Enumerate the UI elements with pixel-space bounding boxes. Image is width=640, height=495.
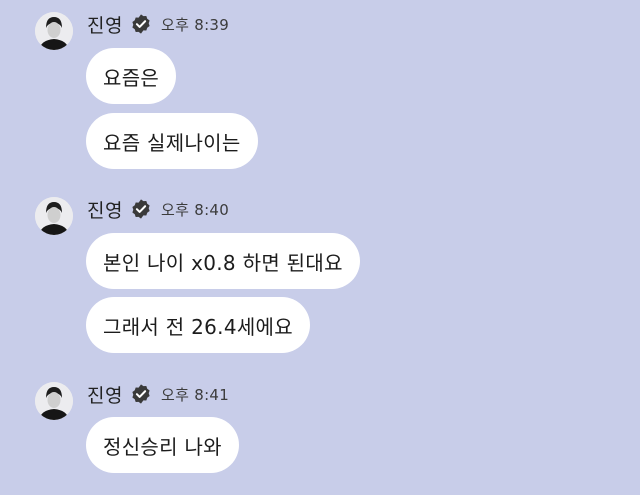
avatar-image <box>35 197 73 235</box>
avatar[interactable] <box>35 382 73 420</box>
avatar[interactable] <box>35 197 73 235</box>
verified-badge-icon <box>130 198 152 220</box>
avatar-image <box>35 382 73 420</box>
message-bubble[interactable]: 정신승리 나와 <box>86 417 239 473</box>
timestamp: 오후 8:41 <box>160 385 230 404</box>
timestamp: 오후 8:40 <box>160 200 230 219</box>
message-bubble[interactable]: 그래서 전 26.4세에요 <box>86 297 310 353</box>
message-header: 진영 오후 8:39 <box>87 10 229 38</box>
avatar-image <box>35 12 73 50</box>
message-group: 진영 오후 8:40 본인 나이 x0.8 하면 된대요 그래서 전 26.4세… <box>0 185 640 365</box>
sender-name[interactable]: 진영 <box>87 381 123 408</box>
avatar[interactable] <box>35 12 73 50</box>
message-header: 진영 오후 8:41 <box>87 380 229 408</box>
chat-thread: 진영 오후 8:39 요즘은 요즘 실제나이는 진영 오후 8:40 본인 나이… <box>0 0 640 495</box>
message-header: 진영 오후 8:40 <box>87 195 229 223</box>
verified-badge-icon <box>130 13 152 35</box>
message-bubble[interactable]: 요즘 실제나이는 <box>86 113 258 169</box>
message-group: 진영 오후 8:41 정신승리 나와 <box>0 370 640 495</box>
timestamp: 오후 8:39 <box>160 15 230 34</box>
message-bubble[interactable]: 본인 나이 x0.8 하면 된대요 <box>86 233 360 289</box>
sender-name[interactable]: 진영 <box>87 11 123 38</box>
message-bubble[interactable]: 요즘은 <box>86 48 177 104</box>
message-group: 진영 오후 8:39 요즘은 요즘 실제나이는 <box>0 0 640 185</box>
verified-badge-icon <box>130 383 152 405</box>
sender-name[interactable]: 진영 <box>87 196 123 223</box>
